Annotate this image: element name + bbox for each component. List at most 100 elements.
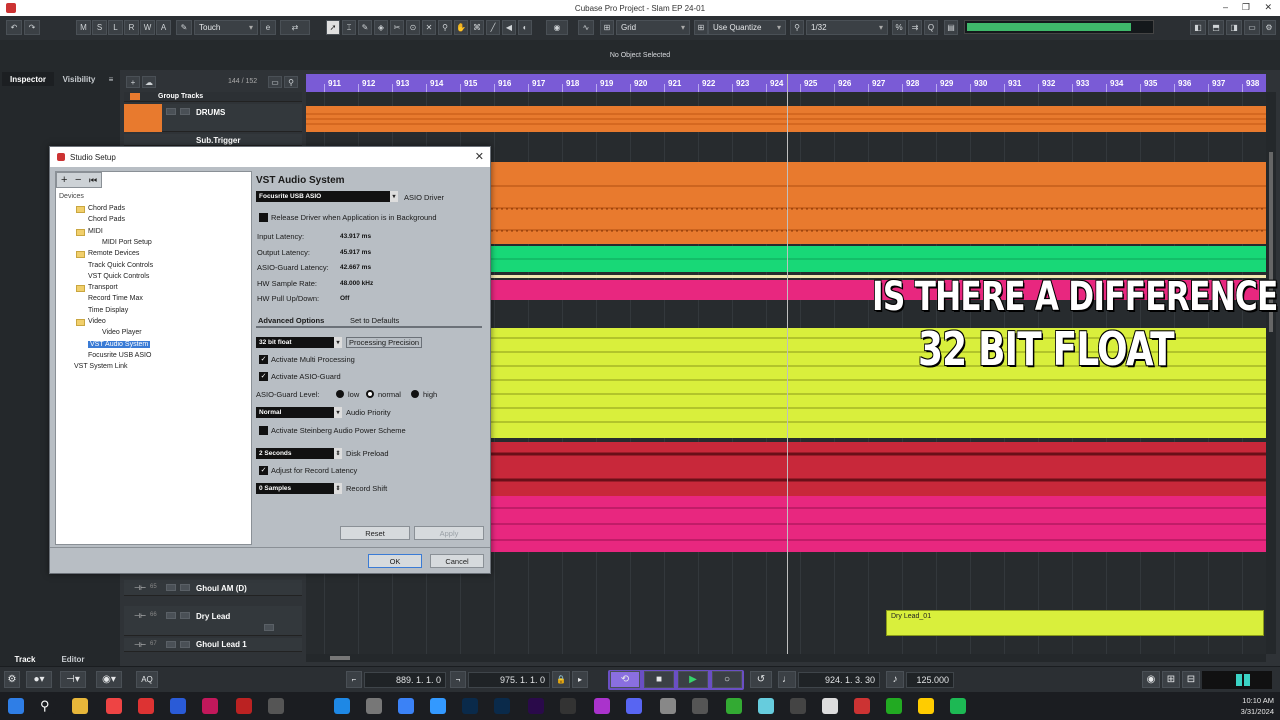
group-tracks-folder[interactable]: Group Tracks bbox=[124, 92, 302, 102]
windows-start-icon[interactable] bbox=[8, 698, 24, 714]
tempo-display[interactable]: 125.000 bbox=[906, 672, 954, 688]
dialog-close-icon[interactable]: ✕ bbox=[475, 150, 484, 163]
metronome-icon[interactable]: ♩ bbox=[778, 671, 796, 688]
tree-item[interactable]: Chord Pads bbox=[88, 205, 125, 212]
record-shift-stepper[interactable]: 0 Samples ⇕ bbox=[256, 483, 342, 494]
layout-right-icon[interactable]: ◨ bbox=[1226, 20, 1242, 35]
clock-app-icon[interactable] bbox=[822, 698, 838, 714]
settings-icon[interactable]: ⚙ bbox=[1262, 20, 1276, 35]
tree-item[interactable]: MIDI Port Setup bbox=[102, 239, 152, 246]
scroll-thumb[interactable] bbox=[330, 656, 350, 660]
track-presets-icon[interactable]: ☁ bbox=[142, 76, 156, 88]
app-icon[interactable] bbox=[560, 698, 576, 714]
left-zone-menu-icon[interactable]: ≡ bbox=[104, 72, 118, 86]
track-ghoul-lead-1[interactable]: ⊣⊢ 67 Ghoul Lead 1 bbox=[124, 638, 302, 652]
record-mode-icon[interactable]: ●▾ bbox=[26, 671, 52, 688]
maximize-icon[interactable]: ❐ bbox=[1242, 2, 1250, 13]
quantize-icon[interactable]: ⊞ bbox=[694, 20, 708, 35]
layout-more-icon[interactable]: ▭ bbox=[1244, 20, 1260, 35]
file-explorer-icon[interactable] bbox=[72, 698, 88, 714]
object-selection-tool-icon[interactable]: ➚ bbox=[326, 20, 340, 35]
global-settings-icon[interactable]: ⚙ bbox=[4, 671, 20, 688]
play-button[interactable]: ▶ bbox=[678, 671, 708, 688]
tab-visibility[interactable]: Visibility bbox=[56, 72, 102, 86]
processing-precision-select[interactable]: 32 bit float ▾ bbox=[256, 337, 342, 348]
tab-advanced-options[interactable]: Advanced Options bbox=[258, 316, 324, 325]
track-sub-trigger[interactable]: Sub.Trigger bbox=[124, 134, 302, 146]
nudge-icon[interactable]: ∿ bbox=[578, 20, 594, 35]
tree-item[interactable]: Track Quick Controls bbox=[88, 262, 153, 269]
right-locator-icon[interactable]: ¬ bbox=[450, 671, 466, 688]
tab-inspector[interactable]: Inspector bbox=[2, 72, 54, 86]
tree-item[interactable]: Transport bbox=[88, 284, 118, 291]
lock-icon[interactable]: 🔒 bbox=[552, 671, 570, 688]
adjust-latency-checkbox[interactable]: ✓ bbox=[259, 466, 268, 475]
solo-button[interactable] bbox=[180, 641, 190, 648]
app-icon[interactable] bbox=[398, 698, 414, 714]
tab-track[interactable]: Track bbox=[2, 652, 48, 666]
layout-lower-icon[interactable]: ⬒ bbox=[1208, 20, 1224, 35]
redo-button[interactable]: ↷ bbox=[24, 20, 40, 35]
reset-device-icon[interactable]: ⏮ bbox=[89, 175, 97, 186]
tree-item[interactable]: Video bbox=[88, 318, 106, 325]
solo-button[interactable] bbox=[180, 584, 190, 591]
retrospective-icon[interactable]: ⊣▾ bbox=[60, 671, 86, 688]
track-visibility-icon[interactable]: ▭ bbox=[268, 76, 282, 88]
power-scheme-checkbox[interactable] bbox=[259, 426, 268, 435]
horizontal-scrollbar[interactable] bbox=[306, 654, 1266, 662]
dry-lead-event[interactable]: Dry Lead_01 bbox=[886, 610, 1264, 636]
iterative-quantize-icon[interactable]: % bbox=[892, 20, 906, 35]
mode-button-m[interactable]: M bbox=[76, 20, 91, 35]
premiere-icon[interactable] bbox=[528, 698, 544, 714]
project-cursor[interactable] bbox=[787, 74, 788, 654]
aq-button[interactable]: AQ bbox=[136, 671, 158, 688]
mute-button[interactable] bbox=[166, 108, 176, 115]
undo-button[interactable]: ↶ bbox=[6, 20, 22, 35]
cubase-icon[interactable] bbox=[854, 698, 870, 714]
tab-editor[interactable]: Editor bbox=[50, 652, 96, 666]
quantize-preset-icon[interactable]: ⚲ bbox=[790, 20, 804, 35]
tree-item[interactable]: Video Player bbox=[102, 329, 142, 336]
snap-type-select[interactable]: Grid bbox=[616, 20, 690, 35]
tree-item[interactable]: VST Audio System bbox=[88, 340, 151, 348]
zoom-tool-icon[interactable]: ⚲ bbox=[438, 20, 452, 35]
tree-item[interactable]: MIDI bbox=[88, 228, 103, 235]
tree-item[interactable]: Remote Devices bbox=[88, 250, 139, 257]
mode-button-r[interactable]: R bbox=[124, 20, 139, 35]
mixer-icon[interactable]: ⊞ bbox=[1162, 671, 1180, 688]
asio-driver-select[interactable]: Focusrite USB ASIO ▾ bbox=[256, 191, 398, 202]
marker-window-icon[interactable]: ◉ bbox=[1142, 671, 1160, 688]
app-icon[interactable] bbox=[138, 698, 154, 714]
discord-icon[interactable] bbox=[626, 698, 642, 714]
add-device-icon[interactable]: + bbox=[61, 174, 67, 186]
automation-icon[interactable]: ✎ bbox=[176, 20, 192, 35]
app-icon[interactable] bbox=[660, 698, 676, 714]
hand-tool-icon[interactable]: ✋ bbox=[454, 20, 468, 35]
mode-button-s[interactable]: S bbox=[92, 20, 107, 35]
auto-scroll-button[interactable]: ⇄ bbox=[280, 20, 310, 35]
draw-tool-icon[interactable]: ✎ bbox=[358, 20, 372, 35]
quantize-value-select[interactable]: 1/32 bbox=[806, 20, 888, 35]
tab-set-to-defaults[interactable]: Set to Defaults bbox=[350, 316, 399, 325]
apply-button[interactable]: Apply bbox=[414, 526, 484, 540]
release-driver-checkbox[interactable] bbox=[259, 213, 268, 222]
left-locator-display[interactable]: 889. 1. 1. 0 bbox=[364, 672, 446, 688]
app-icon[interactable] bbox=[236, 698, 252, 714]
level-low-radio[interactable] bbox=[336, 390, 344, 398]
position-display[interactable]: 924. 1. 3. 30 bbox=[798, 672, 880, 688]
comp-tool-icon[interactable]: ⌘ bbox=[470, 20, 484, 35]
tree-item[interactable]: VST Quick Controls bbox=[88, 273, 149, 280]
minimize-icon[interactable]: – bbox=[1223, 2, 1228, 12]
marker-icon[interactable]: ▸ bbox=[572, 671, 588, 688]
audio-priority-select[interactable]: Normal ▾ bbox=[256, 407, 342, 418]
app-icon[interactable] bbox=[726, 698, 742, 714]
record-button[interactable]: ○ bbox=[712, 671, 742, 688]
ruler[interactable]: 911 912 913 914 915 916 917 918 919 920 921 922 923 9… bbox=[306, 74, 1266, 92]
level-normal-radio[interactable] bbox=[366, 390, 374, 398]
tree-item[interactable]: Record Time Max bbox=[88, 295, 143, 302]
app-icon[interactable] bbox=[366, 698, 382, 714]
track-dry-lead[interactable]: ⊣⊢ 66 Dry Lead bbox=[124, 606, 302, 636]
ok-button[interactable]: OK bbox=[368, 554, 422, 568]
app-icon[interactable] bbox=[268, 698, 284, 714]
apply-quantize-icon[interactable]: Q bbox=[924, 20, 938, 35]
